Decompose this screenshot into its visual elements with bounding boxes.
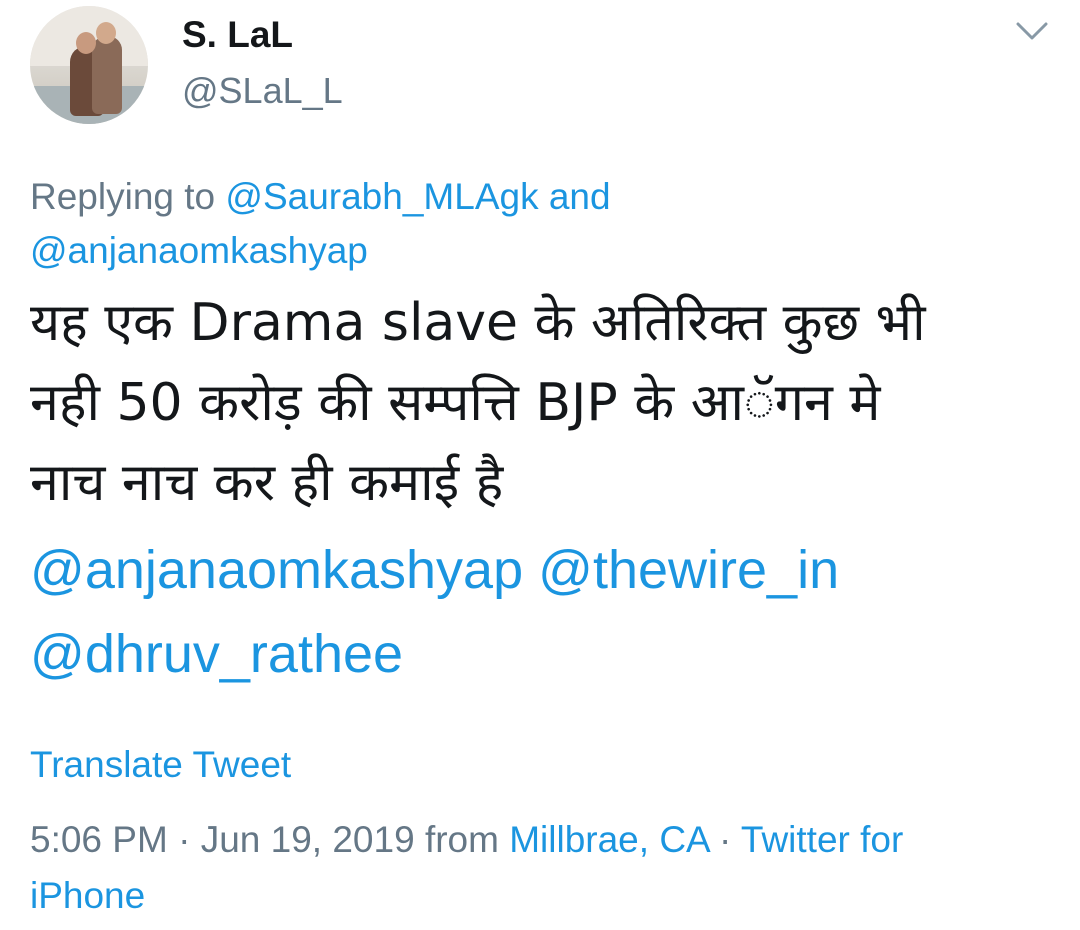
tweet-mention[interactable]: @anjanaomkashyap: [30, 540, 523, 600]
user-handle[interactable]: @SLaL_L: [182, 70, 343, 112]
avatar-head: [96, 22, 116, 44]
reply-conjunction: and: [548, 176, 611, 217]
tweet-time[interactable]: 5:06 PM: [30, 819, 168, 860]
tweet-text-line: नाच नाच कर ही कमाई है: [30, 453, 504, 513]
tweet-mention[interactable]: @dhruv_rathee: [30, 624, 403, 684]
tweet-date[interactable]: Jun 19, 2019: [201, 819, 415, 860]
chevron-down-icon[interactable]: [1010, 16, 1054, 46]
avatar-figure: [92, 36, 122, 114]
reply-mention[interactable]: @anjanaomkashyap: [30, 230, 368, 271]
meta-from-label: from: [424, 819, 499, 860]
tweet-mention[interactable]: @thewire_in: [538, 540, 839, 600]
tweet-text-line: नही 50 करोड़ की सम्पत्ति BJP के आॅगन मे: [30, 373, 881, 433]
replying-to-label: Replying to: [30, 176, 216, 217]
source-label: iPhone: [30, 875, 146, 916]
reply-mention[interactable]: @Saurabh_MLAgk: [225, 176, 538, 217]
location-link[interactable]: Millbrae, CA: [509, 819, 708, 860]
tweet-text-line: यह एक Drama slave के अतिरिक्त कुछ भी: [30, 293, 926, 353]
display-name[interactable]: S. LaL: [182, 14, 293, 56]
replying-to: Replying to @Saurabh_MLAgk and @anjanaom…: [30, 170, 1030, 278]
translate-tweet-link[interactable]: Translate Tweet: [30, 744, 291, 786]
avatar[interactable]: [30, 6, 148, 124]
tweet-mentions: @anjanaomkashyap @thewire_in @dhruv_rath…: [30, 528, 1040, 696]
tweet-text: यह एक Drama slave के अतिरिक्त कुछ भी नही…: [30, 283, 1040, 523]
meta-separator: ·: [178, 819, 191, 860]
tweet-meta: 5:06 PM · Jun 19, 2019 from Millbrae, CA…: [30, 812, 1040, 924]
avatar-head: [76, 32, 96, 54]
meta-separator: ·: [718, 819, 732, 860]
source-label: Twitter for: [740, 819, 904, 860]
tweet-header: S. LaL @SLaL_L: [0, 0, 1080, 140]
